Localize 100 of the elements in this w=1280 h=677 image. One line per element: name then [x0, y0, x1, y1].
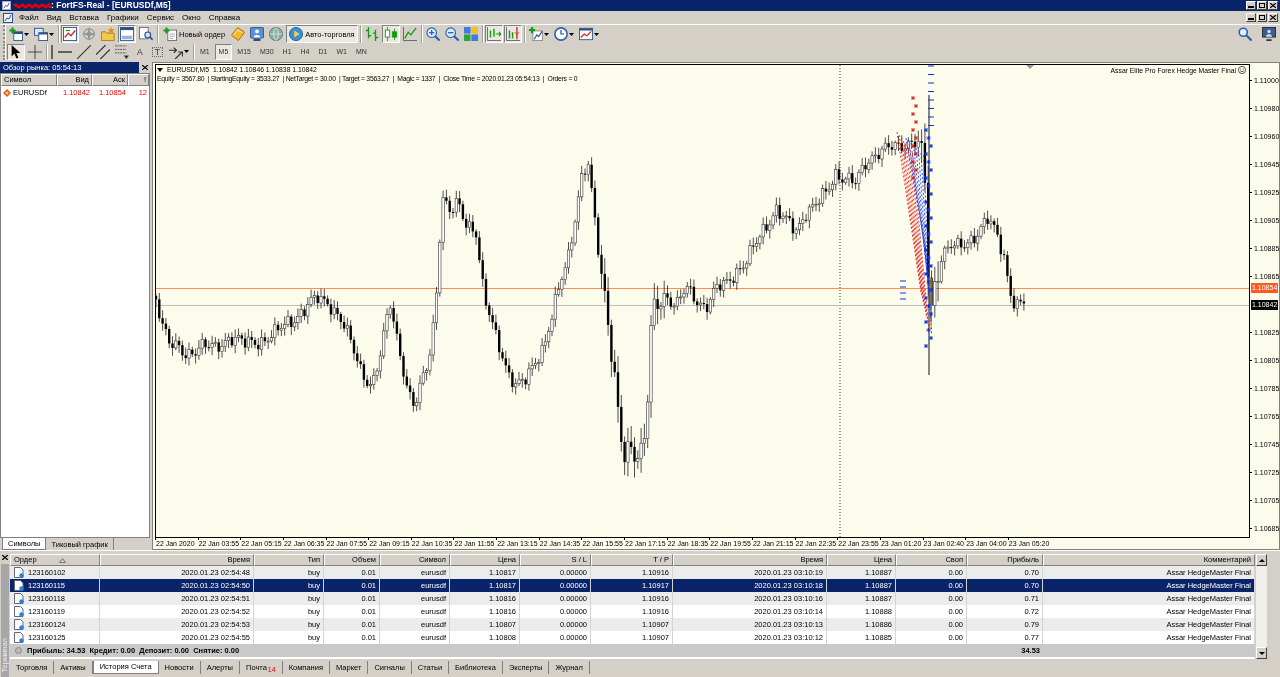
- compass-icon: [82, 27, 96, 41]
- terminal-button[interactable]: [118, 25, 136, 43]
- close-button[interactable]: [139, 62, 150, 73]
- person-screen-icon: [1262, 27, 1276, 41]
- cursor-button[interactable]: [7, 43, 25, 60]
- tester-button[interactable]: [137, 25, 155, 43]
- menu-item[interactable]: Файл: [15, 11, 43, 24]
- line-chart-button[interactable]: [400, 25, 419, 43]
- vertical-line-button[interactable]: [49, 43, 55, 60]
- close-icon: [1270, 3, 1276, 8]
- periods-button[interactable]: [551, 25, 576, 43]
- scroll-down-button[interactable]: [1256, 647, 1267, 659]
- minimize-button[interactable]: [1246, 1, 1256, 10]
- person-monitor-icon: [250, 27, 265, 41]
- bars-marker-line-icon: [505, 27, 520, 41]
- autoscroll-button[interactable]: [484, 25, 503, 43]
- panel-window-icon: [120, 27, 134, 41]
- scrollbar[interactable]: [1256, 554, 1267, 659]
- account-button[interactable]: [248, 25, 267, 43]
- text-label-tool-button[interactable]: T: [148, 43, 166, 60]
- restore-button[interactable]: [1257, 13, 1267, 22]
- close-icon: [1, 554, 8, 560]
- minimize-icon: [1248, 15, 1254, 20]
- menu-item[interactable]: Сервис: [142, 11, 179, 24]
- tile-windows-icon: [463, 27, 478, 41]
- triangle-down-icon: [157, 67, 163, 72]
- folder-star-icon: [101, 27, 115, 41]
- caret-icon: [568, 32, 574, 36]
- close-icon: [141, 65, 148, 70]
- caret-icon: [543, 32, 549, 36]
- magnifier-document-icon: [139, 27, 153, 41]
- caret-icon: [183, 50, 189, 53]
- market-watch-button[interactable]: [61, 25, 79, 43]
- minimize-icon: [1248, 3, 1254, 8]
- tile-windows-button[interactable]: [461, 25, 480, 43]
- trendline-button[interactable]: [75, 43, 93, 60]
- caret-icon: [593, 32, 599, 36]
- arrows-icon: [168, 44, 183, 59]
- diamond-icon: [3, 88, 11, 97]
- triangle-down-icon: [1258, 651, 1265, 655]
- menu-item[interactable]: Вид: [42, 11, 66, 24]
- close-icon: [1270, 15, 1276, 20]
- sort-triangle-icon: [58, 557, 66, 563]
- ohlc-bars-icon: [364, 27, 379, 41]
- clock-icon: [553, 27, 568, 41]
- chart-document-icon: [2, 1, 11, 10]
- zoom-in-icon: [425, 27, 440, 41]
- line-chart-icon: [402, 27, 417, 41]
- document-icon: [14, 593, 24, 604]
- redaction-scribble: [13, 1, 51, 10]
- circle-icon: [15, 647, 22, 654]
- horizontal-line-icon: [58, 50, 72, 53]
- document-icon: [14, 567, 24, 578]
- zoom-in-button[interactable]: [423, 25, 442, 43]
- diagonal-line-icon: [77, 44, 91, 59]
- scroll-up-button[interactable]: [1256, 554, 1267, 566]
- close-button[interactable]: [0, 553, 9, 561]
- restore-button[interactable]: [1257, 1, 1267, 10]
- chart-shift-button[interactable]: [503, 25, 522, 43]
- candlesticks-icon: [383, 27, 398, 41]
- profiles-button[interactable]: [32, 25, 56, 43]
- minimize-button[interactable]: [1246, 13, 1256, 22]
- parallel-lines-icon: [96, 44, 110, 59]
- document-icon: [14, 632, 24, 643]
- window-title: : FortFS-Real - [EURUSDf,M5]: [51, 0, 171, 11]
- dashed-lines-icon: [115, 44, 129, 59]
- globe-icon: [269, 27, 284, 41]
- document-icon: [14, 580, 24, 591]
- caret-icon: [24, 32, 29, 36]
- menu-item[interactable]: Графики: [102, 11, 143, 24]
- search-button[interactable]: [1236, 25, 1254, 43]
- restore-icon: [1259, 15, 1265, 20]
- menu-item[interactable]: Окно: [178, 11, 205, 24]
- arrow-cursor-icon: [9, 44, 23, 59]
- menu-item[interactable]: Справка: [204, 11, 245, 24]
- document-icon: [14, 606, 24, 617]
- chart-window-icon: [63, 27, 77, 41]
- vertical-line-icon: [51, 44, 53, 59]
- new-chart-button[interactable]: [7, 25, 31, 43]
- candles-button[interactable]: [381, 25, 400, 43]
- text-tool-button[interactable]: A: [132, 43, 148, 60]
- zoom-out-icon: [444, 27, 459, 41]
- community-login-button[interactable]: [1260, 25, 1278, 43]
- indicators-button[interactable]: [526, 25, 551, 43]
- caret-icon: [49, 32, 54, 36]
- chart-plus-icon: [528, 27, 543, 41]
- chart-window-icon: [578, 27, 593, 41]
- chart-arrow-icon: [486, 27, 501, 41]
- document-icon: [14, 619, 24, 630]
- rhombus-icon: [231, 27, 246, 41]
- search-icon: [1238, 27, 1252, 41]
- document-plus-icon: [163, 27, 177, 41]
- templates-button[interactable]: [576, 25, 601, 43]
- triangle-up-icon: [1258, 558, 1265, 562]
- menu-item[interactable]: Вставка: [65, 11, 103, 24]
- fibonacci-button[interactable]: [113, 43, 131, 60]
- windows-stack-icon: [34, 27, 48, 41]
- chart-document-icon: [3, 12, 13, 23]
- zoom-out-button[interactable]: [442, 25, 461, 43]
- channel-button[interactable]: [94, 43, 112, 60]
